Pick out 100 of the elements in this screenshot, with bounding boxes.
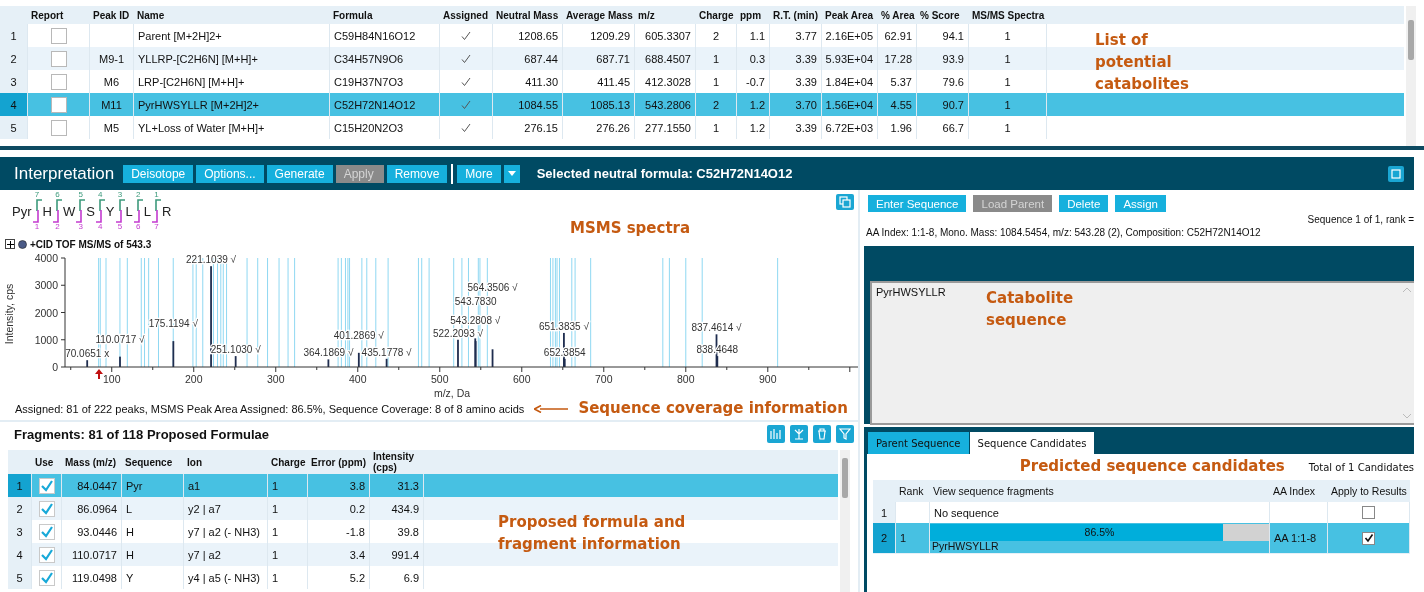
peak-label: 221.1039 √ (186, 254, 237, 266)
row-number: 2 (873, 523, 896, 553)
row-number: 3 (0, 70, 28, 93)
window-icon (1391, 168, 1401, 179)
expand-button[interactable] (5, 239, 15, 249)
column-header: Neutral Mass (495, 8, 560, 23)
column-header: Peak ID (92, 8, 131, 23)
tick-label: 600 (513, 373, 531, 385)
column-header: Average Mass (565, 8, 634, 23)
cleavage-bracket-icon (152, 199, 161, 223)
column-header: Error (ppm) (310, 455, 367, 470)
scrollbar[interactable] (1406, 6, 1416, 146)
residue: L (143, 203, 151, 219)
caret-icon (507, 170, 516, 177)
coverage-bar[interactable]: 86.5% (930, 524, 1269, 541)
table-cell: C15H20N2O3 (330, 116, 440, 139)
use-checkbox[interactable] (38, 523, 55, 540)
table-cell: AA 1:1-8 (1270, 523, 1328, 553)
table-cell: y2 | a7 (184, 497, 268, 520)
annotation: Predicted sequence candidates (1019, 456, 1285, 478)
row-number: 4 (0, 93, 28, 116)
column-header: MS/MS Spectra (971, 8, 1046, 23)
tab[interactable]: Parent Sequence (868, 432, 969, 454)
tick-label: 2000 (34, 306, 58, 319)
table-row[interactable]: 2 M9-1 YLLRP-[C2H6N] [M+H]+ C34H57N9O6 687.44 687.71 688.4507 1 0.3 3.39 5.93E+04 17.28 93.9 1 (0, 47, 1047, 70)
ion-number: 4 (98, 223, 103, 231)
table-row[interactable]: 5 119.0498 Y y4 | a5 (- NH3) 1 5.2 6.9 (8, 566, 838, 589)
arrow-icon (534, 405, 569, 413)
scrollbar[interactable] (840, 450, 850, 592)
annotation: List of potential catabolites (1095, 30, 1190, 95)
table-cell: 276.15 (493, 116, 563, 139)
table-cell: 1 (268, 543, 308, 566)
residue: W (62, 203, 76, 219)
table-cell: 0.2 (308, 497, 370, 520)
table-cell: 1.96 (878, 116, 917, 139)
rank-info: Sequence 1 of 1, rank = (1307, 214, 1414, 226)
report-checkbox[interactable] (50, 96, 67, 113)
column-header: Assigned (442, 8, 489, 23)
ion-number: 5 (117, 223, 123, 231)
column-header: Ion (186, 455, 203, 470)
table-row[interactable]: 4 M11 PyrHWSYLLR [M+2H]2+ C52H72N14O12 1084.55 1085.13 543.2806 2 1.2 3.70 1.56E+04 4.55 90.7 1 (0, 93, 1047, 116)
table-row[interactable]: 1 Parent [M+2H]2+ C59H84N16O12 1208.65 1209.29 605.3307 2 1.1 3.77 2.16E+05 62.91 94.1 1 (0, 24, 1047, 47)
tab[interactable]: Sequence Candidates (969, 432, 1095, 454)
tool-button[interactable] (790, 425, 808, 443)
table-cell: 6.9 (370, 566, 424, 589)
peak-label: 110.0717 √ (95, 333, 145, 345)
table-row[interactable]: 3 M6 LRP-[C2H6N] [M+H]+ C19H37N7O3 411.30 411.45 412.3028 1 -0.7 3.39 1.84E+04 5.37 79.6 1 (0, 70, 1047, 93)
residue: Y (105, 203, 115, 219)
residue: R (162, 203, 172, 219)
coverage-label: 86.5% (1083, 526, 1116, 538)
row-number: 3 (8, 520, 32, 543)
ion-number: 6 (55, 191, 60, 199)
coverage-text: Assigned: 81 of 222 peaks, MSMS Peak Area Assigned: 86.5%, Sequence Coverage: 8 of 8 amino acids (15, 403, 525, 415)
copy-button[interactable] (836, 194, 854, 210)
tick-label: 900 (759, 373, 777, 385)
column-header: m/z (637, 8, 656, 23)
dropdown-button[interactable] (503, 164, 520, 183)
table-cell: y4 | a5 (- NH3) (184, 566, 268, 589)
column-header: % Area (880, 8, 916, 23)
apply-checkbox[interactable] (1362, 506, 1375, 519)
cleavage-bracket-icon (95, 199, 105, 223)
table-row[interactable]: 2 1 86.5% PyrHWSYLLR AA 1:1-8 (873, 523, 1410, 553)
use-checkbox[interactable] (38, 546, 55, 563)
row-number: 5 (8, 566, 32, 589)
row-number: 1 (8, 474, 32, 497)
tool-button[interactable] (813, 425, 831, 443)
column-header: Charge (698, 8, 735, 23)
column-header: ppm (739, 8, 763, 23)
table-row[interactable]: 1 84.0447 Pyr a1 1 3.8 31.3 (8, 474, 838, 497)
use-checkbox[interactable] (38, 500, 55, 517)
ion-number: 3 (117, 191, 123, 199)
table-row[interactable]: 5 M5 YL+Loss of Water [M+H]+ C15H20N2O3 276.15 276.26 277.1550 1 1.2 3.39 6.72E+03 1.96 66.7 1 (0, 116, 1047, 139)
apply-checkbox[interactable] (1362, 531, 1375, 545)
tool-button[interactable] (767, 425, 785, 443)
table-cell: 3.39 (770, 116, 822, 139)
use-checkbox[interactable] (38, 477, 55, 494)
report-checkbox[interactable] (50, 73, 67, 90)
table-cell: M5 (90, 116, 134, 139)
table-cell: 1 (696, 116, 737, 139)
use-checkbox[interactable] (38, 569, 55, 586)
report-checkbox[interactable] (50, 50, 67, 67)
column-header: Intensity (cps) (372, 450, 416, 474)
column-header: R.T. (min) (772, 8, 819, 23)
peak (86, 360, 89, 367)
tick-label: 3000 (34, 279, 58, 292)
table-cell: Y (122, 566, 184, 589)
tick-label: 500 (431, 373, 449, 385)
window-button[interactable] (1388, 165, 1404, 182)
filter-button[interactable] (836, 425, 854, 443)
ion-number: 2 (55, 223, 60, 231)
residue: H (42, 203, 52, 219)
table-cell: y7 | a2 (184, 543, 268, 566)
table-cell: 5.2 (308, 566, 370, 589)
table-cell: 434.9 (370, 497, 424, 520)
report-checkbox[interactable] (50, 27, 67, 44)
column-header: Formula (332, 8, 374, 23)
tick-label: 800 (677, 373, 695, 385)
report-checkbox[interactable] (50, 119, 67, 136)
chart-icon (770, 428, 782, 440)
row-number: 4 (8, 543, 32, 566)
